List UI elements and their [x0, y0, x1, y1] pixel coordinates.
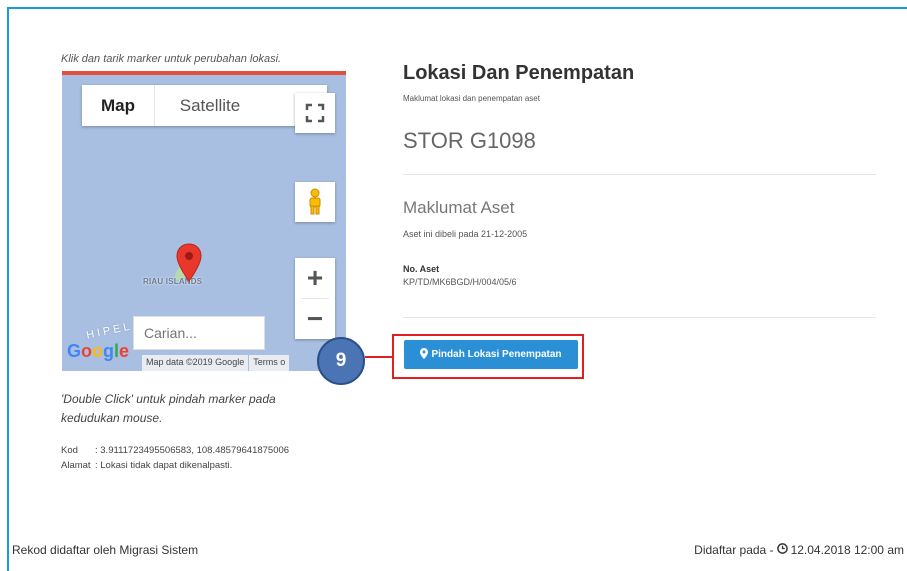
kod-value: : 3.9111723495506583, 108.48579641875006: [95, 445, 290, 456]
purchase-date-text: Aset ini dibeli pada 21-12-2005: [403, 229, 528, 239]
coordinates-info: Kod : 3.9111723495506583, 108.4857964187…: [61, 443, 289, 473]
page-title: Lokasi Dan Penempatan: [403, 62, 635, 84]
pegman-icon: [309, 188, 321, 215]
map-search-input[interactable]: [133, 316, 265, 350]
map-hint: Klik dan tarik marker untuk perubahan lo…: [61, 53, 282, 65]
relocate-button[interactable]: Pindah Lokasi Penempatan: [404, 340, 578, 369]
zoom-in-button[interactable]: +: [295, 258, 335, 298]
archipelago-label: HIPEL: [85, 320, 134, 342]
map-pin-icon: [420, 347, 429, 362]
map-attribution: Map data ©2019 Google Terms o: [142, 355, 290, 371]
zoom-out-button[interactable]: −: [295, 299, 335, 339]
footer-registered-on: Didaftar pada - 12.04.2018 12:00 am: [694, 543, 904, 557]
terms-link[interactable]: Terms o: [249, 355, 290, 371]
location-map[interactable]: Map Satellite + − RIAU ISLANDS HIPEL Goo…: [62, 71, 346, 371]
alamat-value: : Lokasi tidak dapat dikenalpasti.: [95, 460, 233, 471]
step-badge: 9: [317, 337, 365, 385]
kod-row: Kod : 3.9111723495506583, 108.4857964187…: [61, 443, 289, 458]
map-type-map-button[interactable]: Map: [82, 85, 155, 126]
kod-label: Kod: [61, 445, 78, 456]
page-subtitle: Maklumat lokasi dan penempatan aset: [403, 94, 540, 103]
alamat-label: Alamat: [61, 460, 91, 471]
map-data-text: Map data ©2019 Google: [142, 355, 249, 371]
map-type-control: Map Satellite: [82, 85, 327, 126]
asset-number-label: No. Aset: [403, 264, 440, 274]
badge-connector: [365, 356, 393, 358]
footer-registered-by: Rekod didaftar oleh Migrasi Sistem: [12, 543, 199, 557]
footer-registered-label: Didaftar pada -: [694, 543, 774, 557]
street-view-button[interactable]: [295, 182, 335, 222]
zoom-control: + −: [295, 258, 335, 339]
map-top-bar: [62, 71, 346, 75]
map-type-satellite-button[interactable]: Satellite: [155, 85, 265, 126]
footer-registered-date: 12.04.2018 12:00 am: [790, 543, 904, 557]
clock-icon: [776, 543, 788, 557]
map-marker-icon[interactable]: [176, 243, 202, 283]
frame-left-border: [7, 7, 9, 571]
google-logo: Google: [67, 341, 130, 361]
divider: [403, 317, 876, 318]
location-name: STOR G1098: [403, 128, 536, 153]
double-click-hint: 'Double Click' untuk pindah marker pada …: [61, 392, 276, 425]
section-title: Maklumat Aset: [403, 198, 515, 217]
relocate-button-label: Pindah Lokasi Penempatan: [431, 349, 562, 360]
divider: [403, 174, 876, 175]
fullscreen-button[interactable]: [295, 93, 335, 133]
alamat-row: Alamat : Lokasi tidak dapat dikenalpasti…: [61, 458, 289, 473]
fullscreen-icon: [305, 103, 325, 123]
asset-number-value: KP/TD/MK6BGD/H/004/05/6: [403, 277, 517, 287]
frame-top-border: [7, 7, 907, 9]
